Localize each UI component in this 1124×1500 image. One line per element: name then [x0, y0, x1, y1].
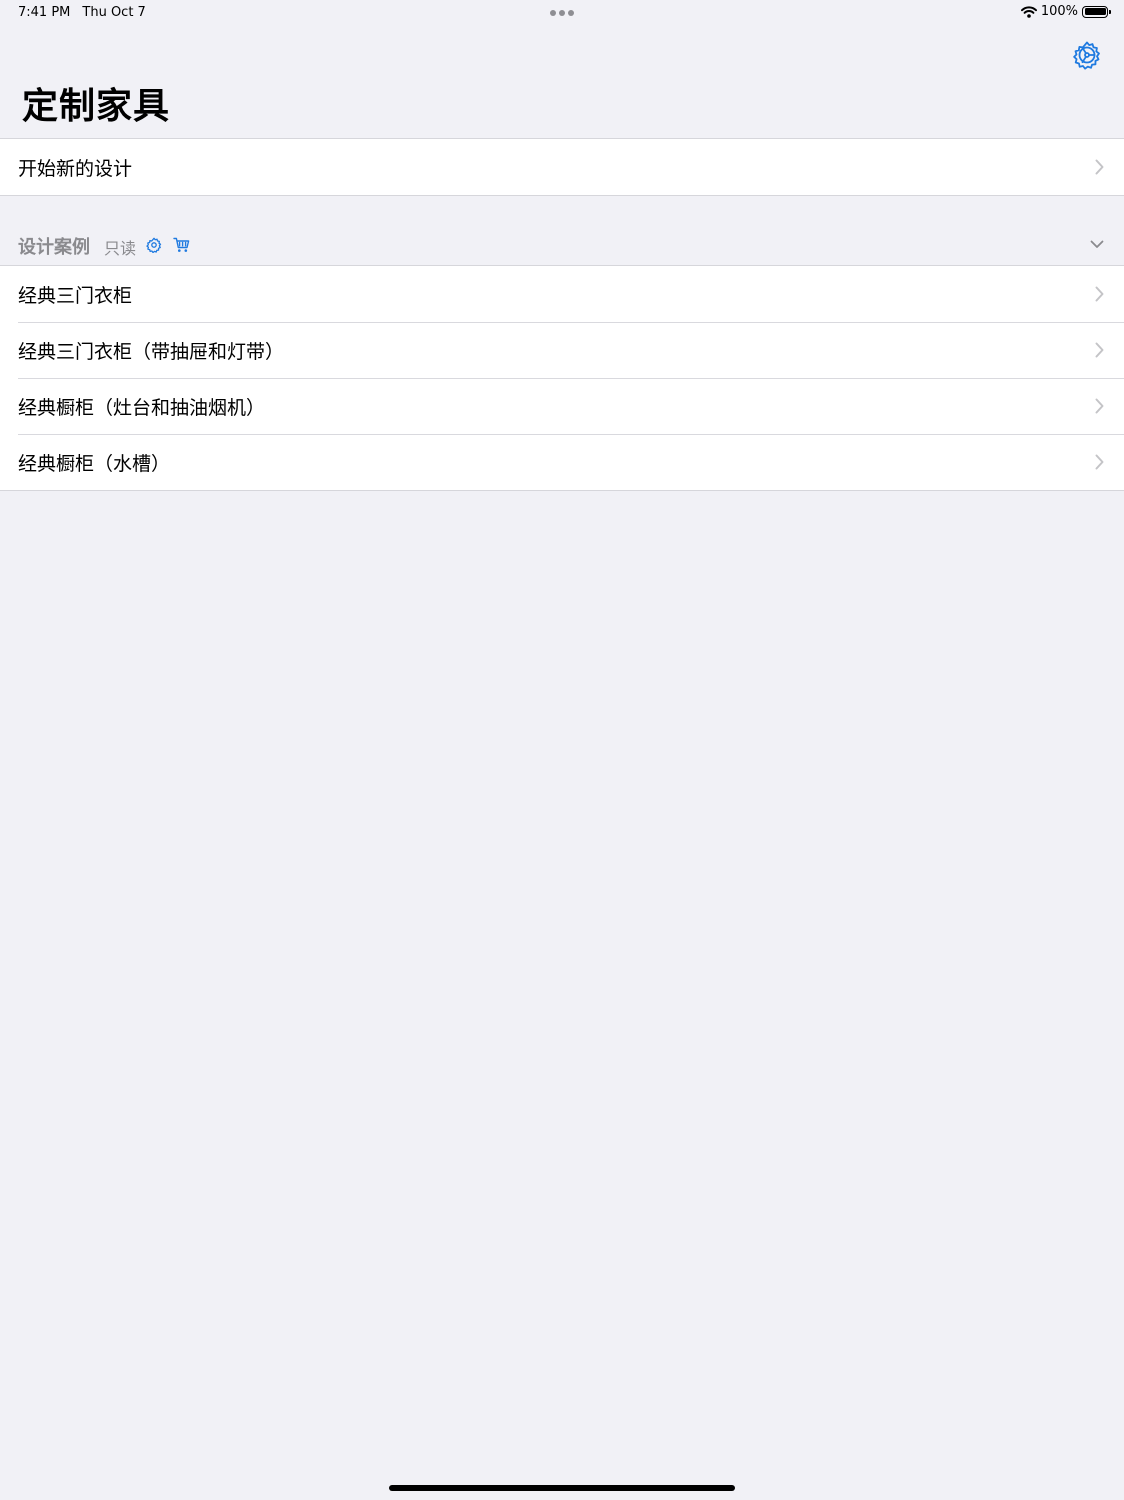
list-item[interactable]: 经典橱柜（水槽）: [0, 434, 1124, 490]
row-label: 经典三门衣柜（带抽屉和灯带）: [18, 340, 285, 363]
list-item[interactable]: 经典三门衣柜: [0, 266, 1124, 322]
list-item[interactable]: 经典橱柜（灶台和抽油烟机）: [0, 378, 1124, 434]
chevron-down-icon[interactable]: [1090, 240, 1104, 249]
row-label: 经典三门衣柜: [18, 284, 133, 307]
row-label: 开始新的设计: [18, 157, 133, 180]
chevron-right-icon: [1095, 342, 1104, 358]
battery-icon: [1082, 5, 1111, 18]
gear-icon: [1073, 41, 1100, 70]
wifi-icon: [1020, 5, 1037, 18]
status-indicators: 100%: [1020, 4, 1111, 19]
list-item[interactable]: 经典三门衣柜（带抽屉和灯带）: [0, 322, 1124, 378]
examples-list: 经典三门衣柜 经典三门衣柜（带抽屉和灯带） 经典橱柜（灶台和抽油烟机） 经典橱柜…: [0, 265, 1124, 491]
dot: [559, 10, 565, 16]
readonly-badge: 只读: [104, 239, 137, 258]
status-bar: 7:41 PM Thu Oct 7 100%: [0, 0, 1124, 28]
status-date: Thu Oct 7: [82, 5, 146, 20]
settings-button[interactable]: [1072, 40, 1102, 70]
gear-icon[interactable]: [146, 237, 162, 253]
row-label: 经典橱柜（灶台和抽油烟机）: [18, 396, 266, 419]
chevron-right-icon: [1095, 454, 1104, 470]
status-time-date: 7:41 PM Thu Oct 7: [18, 5, 146, 20]
home-indicator[interactable]: [389, 1485, 735, 1491]
status-time: 7:41 PM: [18, 5, 71, 20]
chevron-right-icon: [1095, 159, 1104, 175]
multitasking-dots[interactable]: [550, 10, 574, 16]
examples-section-header[interactable]: 设计案例 只读: [0, 228, 1124, 262]
dot: [568, 10, 574, 16]
page-title: 定制家具: [22, 86, 171, 127]
chevron-right-icon: [1095, 286, 1104, 302]
section-title: 设计案例: [18, 237, 90, 258]
chevron-right-icon: [1095, 398, 1104, 414]
battery-percent: 100%: [1040, 4, 1078, 19]
dot: [550, 10, 556, 16]
start-new-design-row[interactable]: 开始新的设计: [0, 139, 1124, 195]
new-design-group: 开始新的设计: [0, 138, 1124, 196]
cart-icon[interactable]: [173, 237, 190, 253]
row-label: 经典橱柜（水槽）: [18, 452, 171, 475]
